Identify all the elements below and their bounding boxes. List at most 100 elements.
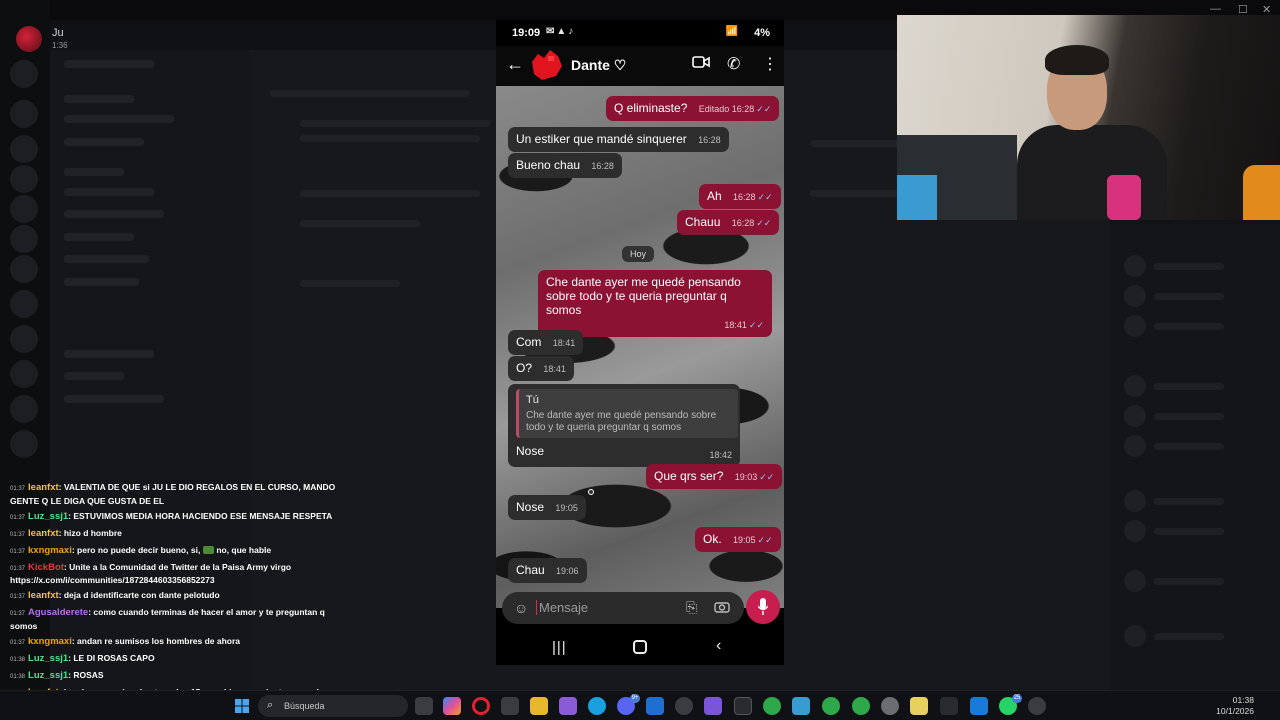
channel-item[interactable]	[64, 95, 134, 103]
member-avatar[interactable]	[1124, 375, 1146, 397]
chat-messages[interactable]: Q eliminaste? Editado 16:28 ✓✓ Un estiker…	[496, 86, 784, 608]
ccleaner-icon[interactable]	[675, 697, 693, 715]
discord-icon[interactable]: 9+	[617, 694, 640, 715]
message-bubble[interactable]: Bueno chau 16:28	[508, 153, 622, 178]
message-bubble[interactable]: Tú Che dante ayer me quedé pensando sobr…	[508, 384, 740, 467]
member-avatar[interactable]	[1124, 570, 1146, 592]
message-input[interactable]: Mensaje	[536, 600, 588, 615]
chat-username[interactable]: KickBot	[28, 562, 64, 573]
terminal-icon[interactable]	[734, 697, 752, 715]
chrome-icon[interactable]	[852, 697, 870, 715]
server-icon[interactable]	[10, 100, 38, 128]
chrome-icon[interactable]	[763, 697, 781, 715]
app-icon[interactable]	[792, 697, 810, 715]
member-avatar[interactable]	[1124, 490, 1146, 512]
message-bubble[interactable]: Ah 16:28 ✓✓	[699, 184, 781, 209]
chat-username[interactable]: leanfxt	[28, 590, 59, 601]
message-input-box[interactable]: ☺ Mensaje ⎘	[502, 592, 744, 624]
channel-item[interactable]	[64, 255, 149, 263]
server-icon[interactable]	[10, 165, 38, 193]
message-bubble[interactable]: Que qrs ser? 19:03 ✓✓	[646, 464, 783, 489]
chat-username[interactable]: leanfxt	[28, 482, 59, 493]
opera-icon[interactable]	[472, 697, 490, 715]
message-bubble[interactable]: O? 18:41	[508, 356, 574, 381]
member-avatar[interactable]	[1124, 405, 1146, 427]
recent-apps-icon[interactable]: |||	[552, 639, 567, 656]
channel-item[interactable]	[64, 210, 164, 218]
server-icon[interactable]	[10, 255, 38, 283]
quoted-message[interactable]: Tú Che dante ayer me quedé pensando sobr…	[516, 389, 738, 438]
member-avatar[interactable]	[1124, 520, 1146, 542]
chat-username[interactable]: kxngmaxi	[28, 636, 72, 647]
chat-username[interactable]: Luz_ssj1	[28, 653, 68, 664]
contact-name[interactable]: Dante ♡	[571, 57, 626, 74]
channel-item[interactable]	[64, 168, 124, 176]
edge-icon[interactable]	[588, 697, 606, 715]
chat-username[interactable]: Luz_ssj1	[28, 670, 68, 681]
notes-icon[interactable]	[910, 697, 928, 715]
server-icon[interactable]	[10, 290, 38, 318]
more-options-icon[interactable]: ⋮	[762, 54, 778, 74]
message-bubble[interactable]: Q eliminaste? Editado 16:28 ✓✓	[606, 96, 780, 121]
contact-avatar[interactable]	[528, 48, 564, 82]
message-bubble[interactable]: Chauu 16:28 ✓✓	[677, 210, 780, 235]
settings-icon[interactable]	[881, 697, 899, 715]
chat-username[interactable]: Agusalderete	[28, 607, 88, 618]
app-icon[interactable]	[559, 697, 577, 715]
channel-item[interactable]	[64, 115, 174, 123]
channel-item[interactable]	[64, 350, 154, 358]
server-icon[interactable]	[10, 60, 38, 88]
server-icon[interactable]	[10, 225, 38, 253]
server-icon[interactable]	[10, 135, 38, 163]
app-icon[interactable]	[970, 697, 988, 715]
message-bubble[interactable]: Ok. 19:05 ✓✓	[695, 527, 781, 552]
channel-item[interactable]	[64, 60, 154, 68]
message-bubble[interactable]: Nose 19:05	[508, 495, 586, 520]
channel-item[interactable]	[64, 278, 139, 286]
taskbar-clock[interactable]: 01:38 10/1/2026	[1216, 695, 1254, 717]
member-avatar[interactable]	[1124, 625, 1146, 647]
app-icon[interactable]	[646, 697, 664, 715]
home-icon[interactable]	[633, 640, 647, 654]
channel-item[interactable]	[64, 372, 124, 380]
taskbar-search[interactable]: ⌕ Búsqueda	[258, 695, 408, 717]
voice-note-button[interactable]	[746, 590, 780, 624]
server-icon[interactable]	[10, 325, 38, 353]
server-icon[interactable]	[10, 195, 38, 223]
server-icon[interactable]	[10, 360, 38, 388]
video-call-icon[interactable]	[692, 55, 710, 69]
capcut-icon[interactable]	[940, 697, 958, 715]
channel-item[interactable]	[64, 138, 144, 146]
channel-item[interactable]	[64, 233, 134, 241]
member-avatar[interactable]	[1124, 255, 1146, 277]
app-icon[interactable]	[704, 697, 722, 715]
emoji-icon[interactable]: ☺	[514, 600, 528, 616]
windows-start-icon[interactable]	[235, 699, 249, 713]
member-avatar[interactable]	[1124, 315, 1146, 337]
file-explorer-icon[interactable]	[530, 697, 548, 715]
chrome-icon[interactable]	[822, 697, 840, 715]
copilot-icon[interactable]	[443, 697, 461, 715]
attach-icon[interactable]: ⎘	[686, 599, 697, 616]
task-view-icon[interactable]	[415, 697, 433, 715]
chat-username[interactable]: kxngmaxi	[28, 545, 72, 556]
member-avatar[interactable]	[1124, 285, 1146, 307]
server-icon[interactable]	[10, 395, 38, 423]
message-bubble[interactable]: Un estiker que mandé sinquerer 16:28	[508, 127, 729, 152]
voice-call-icon[interactable]: ✆	[727, 54, 740, 74]
camera-icon[interactable]	[714, 601, 730, 613]
chat-username[interactable]: Luz_ssj1	[28, 511, 68, 522]
message-bubble[interactable]: Chau 19:06	[508, 558, 587, 583]
minimize-icon[interactable]: —	[1210, 3, 1221, 15]
message-bubble[interactable]: Che dante ayer me quedé pensando sobre t…	[538, 270, 772, 337]
member-avatar[interactable]	[1124, 435, 1146, 457]
whatsapp-icon[interactable]: 25	[999, 694, 1022, 715]
store-icon[interactable]	[501, 697, 519, 715]
chat-username[interactable]: leanfxt	[28, 528, 59, 539]
channel-item[interactable]	[64, 188, 154, 196]
channel-item[interactable]	[64, 395, 164, 403]
app-icon[interactable]	[1028, 697, 1046, 715]
server-icon[interactable]	[10, 430, 38, 458]
message-bubble[interactable]: Com 18:41	[508, 330, 584, 355]
back-arrow-icon[interactable]: ←	[506, 54, 524, 75]
